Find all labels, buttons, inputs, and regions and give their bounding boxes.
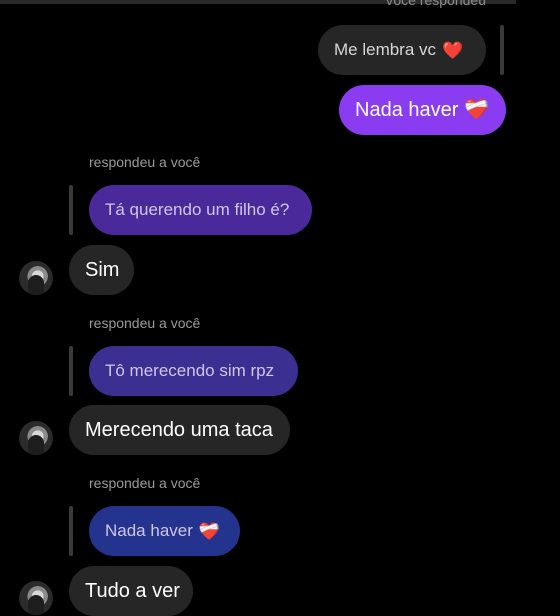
quoted-message-text: Tá querendo um filho é? — [105, 200, 290, 219]
quoted-message-bubble[interactable]: Me lembra vc ❤️ — [318, 25, 486, 75]
reply-note: respondeu a você — [89, 315, 201, 331]
reply-line — [69, 185, 73, 235]
reply-line — [69, 506, 73, 556]
quoted-message-text: Me lembra vc — [334, 40, 437, 59]
quoted-message-bubble[interactable]: Tô merecendo sim rpz — [89, 346, 298, 396]
received-message-bubble[interactable]: Merecendo uma taca — [69, 405, 290, 455]
reply-status-label: Você respondeu — [384, 0, 486, 8]
message-text: Sim — [85, 258, 120, 281]
quoted-message-text: Tô merecendo sim rpz — [105, 361, 275, 380]
heart-icon: ❤️ — [442, 40, 464, 60]
avatar[interactable] — [19, 421, 53, 455]
reply-line — [69, 346, 73, 396]
message-text: Nada haver — [355, 98, 459, 121]
received-message-bubble[interactable]: Tudo a ver — [69, 566, 193, 616]
avatar[interactable] — [19, 581, 53, 615]
reply-note: respondeu a você — [89, 154, 201, 170]
message-text: Merecendo uma taca — [85, 418, 273, 441]
quoted-message-bubble[interactable]: Tá querendo um filho é? — [89, 185, 312, 235]
mending-heart-icon: ❤️‍🩹 — [464, 99, 490, 121]
avatar[interactable] — [19, 261, 53, 295]
mending-heart-icon: ❤️‍🩹 — [198, 521, 221, 541]
received-message-bubble[interactable]: Sim — [69, 245, 134, 295]
sent-message-bubble[interactable]: Nada haver ❤️‍🩹 — [339, 85, 506, 135]
quoted-message-bubble[interactable]: Nada haver ❤️‍🩹 — [89, 506, 240, 556]
quoted-message-text: Nada haver — [105, 521, 193, 540]
reply-line — [500, 25, 504, 75]
message-text: Tudo a ver — [85, 579, 180, 602]
reply-note: respondeu a você — [89, 475, 201, 491]
